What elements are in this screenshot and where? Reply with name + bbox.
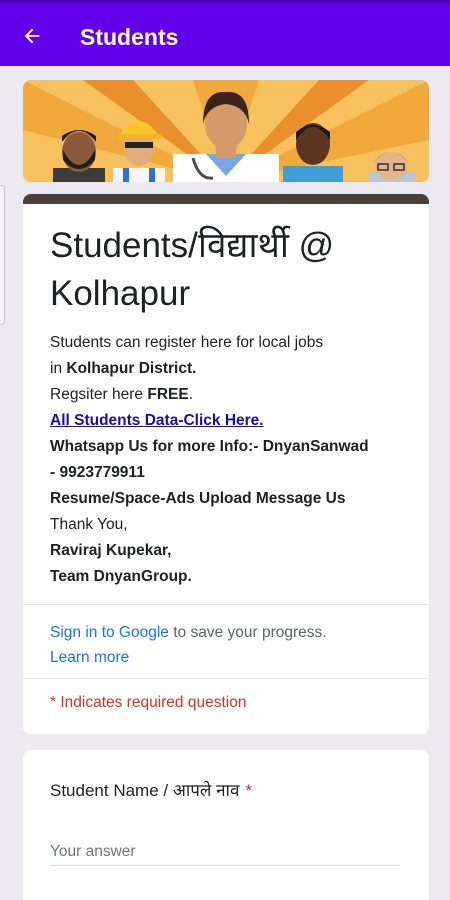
description-line: All Students Data-Click Here. bbox=[50, 408, 410, 434]
form-title: Students/विद्यार्थी @ Kolhapur bbox=[50, 226, 335, 313]
description-bold: - 9923779911 bbox=[50, 464, 145, 481]
description-line: in Kolhapur District. bbox=[50, 356, 410, 382]
description-bold: Kolhapur District. bbox=[66, 360, 197, 377]
form-description: Students can register here for local job… bbox=[50, 330, 410, 590]
description-bold: FREE bbox=[147, 386, 189, 403]
question-label: Student Name / आपले नाव * bbox=[50, 778, 252, 801]
side-handle[interactable] bbox=[0, 185, 5, 325]
description-line: Thank You, bbox=[50, 516, 128, 533]
description-text: . bbox=[188, 386, 194, 403]
students-data-link[interactable]: All Students Data-Click Here. bbox=[50, 412, 264, 429]
description-line: Raviraj Kupekar, bbox=[50, 538, 410, 564]
description-line: Students can register here for local job… bbox=[50, 334, 324, 351]
learn-more-link[interactable]: Learn more bbox=[50, 649, 129, 666]
description-bold: Raviraj Kupekar, bbox=[50, 542, 172, 559]
description-bold: Whatsapp Us for more Info:- DnyanSanwad bbox=[50, 438, 369, 455]
required-question-note: * Indicates required question bbox=[50, 694, 247, 711]
header-banner-image bbox=[23, 80, 429, 182]
description-line: Whatsapp Us for more Info:- DnyanSanwad bbox=[50, 434, 410, 460]
question-text: Student Name / आपले नाव bbox=[50, 781, 240, 800]
form-header-card: Students/विद्यार्थी @ Kolhapur Students … bbox=[23, 194, 429, 734]
signin-prompt: Sign in to Google to save your progress.… bbox=[50, 620, 410, 670]
description-line: - 9923779911 bbox=[50, 460, 410, 486]
signin-link[interactable]: Sign in to Google bbox=[50, 624, 169, 641]
app-bar: Students bbox=[0, 0, 450, 66]
description-bold: Team DnyanGroup. bbox=[50, 568, 192, 585]
description-line: Regsiter here FREE. bbox=[50, 382, 410, 408]
description-text: Regsiter here bbox=[50, 386, 148, 403]
student-name-input[interactable] bbox=[50, 838, 400, 866]
divider bbox=[23, 678, 429, 679]
description-line: Team DnyanGroup. bbox=[50, 564, 410, 590]
signin-text: to save your progress. bbox=[168, 624, 327, 641]
description-bold: Resume/Space-Ads Upload Message Us bbox=[50, 490, 346, 507]
description-line: Resume/Space-Ads Upload Message Us bbox=[50, 486, 410, 512]
app-bar-title: Students bbox=[80, 24, 179, 50]
question-card: Student Name / आपले नाव * bbox=[23, 750, 429, 900]
arrow-back-icon bbox=[24, 28, 40, 44]
required-asterisk: * bbox=[245, 781, 253, 800]
back-button[interactable] bbox=[12, 16, 52, 56]
description-text: in bbox=[50, 360, 67, 377]
divider bbox=[23, 604, 429, 605]
